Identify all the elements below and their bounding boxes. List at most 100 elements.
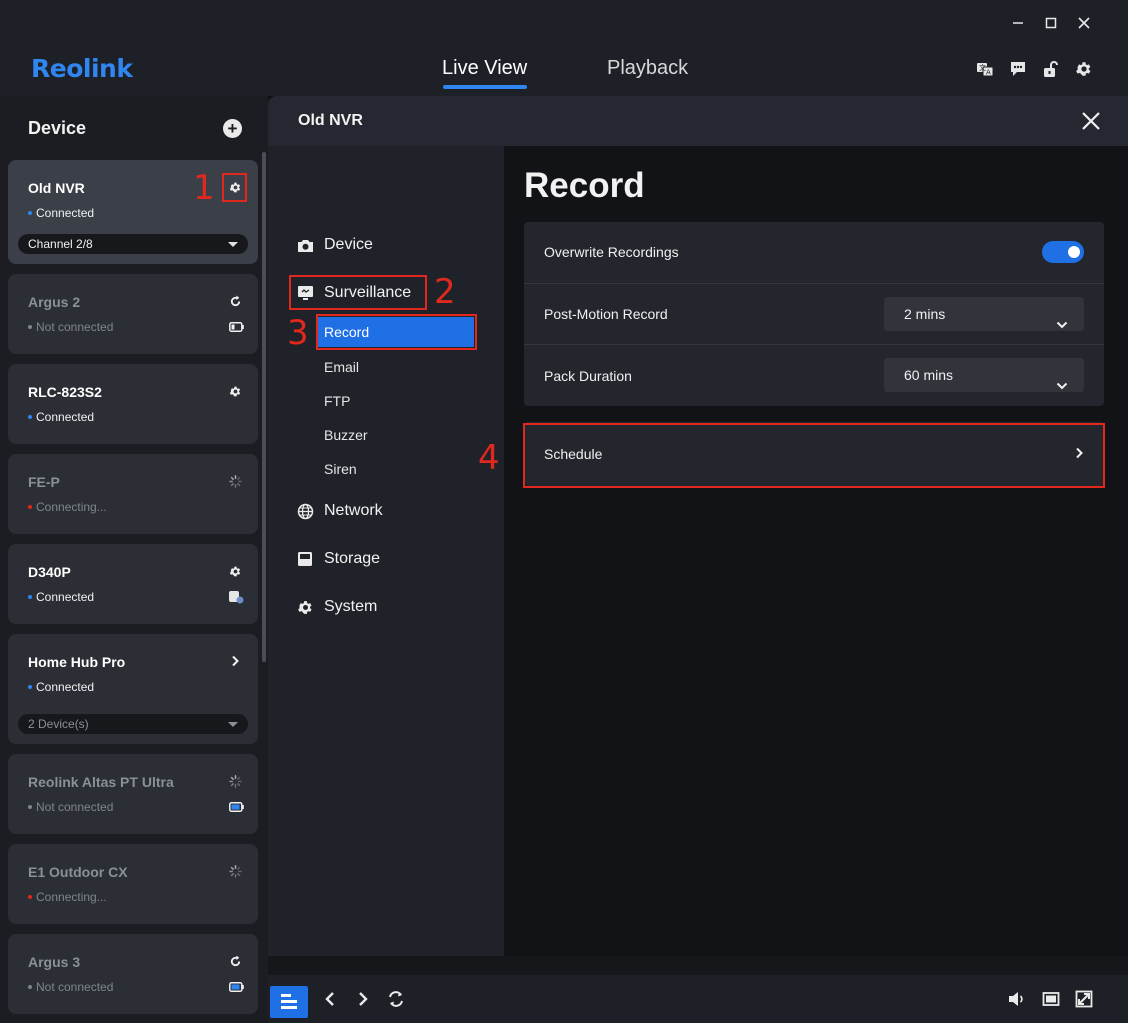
chevron-down-icon — [1056, 369, 1068, 403]
pack-duration-select[interactable]: 60 mins — [884, 358, 1084, 392]
overwrite-recordings-label: Overwrite Recordings — [544, 244, 679, 260]
device-card-reolink-altas-pt-ultra[interactable]: Reolink Altas PT Ultra Not connected — [8, 754, 258, 834]
battery-icon — [228, 980, 244, 994]
device-card-argus-2[interactable]: Argus 2 Not connected — [8, 274, 258, 354]
message-icon[interactable] — [1008, 59, 1028, 79]
device-status: Connected — [28, 206, 94, 220]
device-card-e1-outdoor-cx[interactable]: E1 Outdoor CX Connecting... — [8, 844, 258, 924]
device-card-old-nvr[interactable]: Old NVR Connected Channel 2/8 — [8, 160, 258, 264]
status-text: Connected — [36, 410, 95, 424]
device-name: Old NVR — [28, 180, 85, 196]
battery-icon — [228, 320, 244, 334]
page-title: Record — [524, 166, 645, 205]
device-card-fe-p[interactable]: FE-P Connecting... — [8, 454, 258, 534]
device-card-home-hub-pro[interactable]: Home Hub Pro Connected 2 Device(s) — [8, 634, 258, 744]
nav-item-storage[interactable]: Storage — [296, 547, 380, 571]
sub-item-email[interactable]: Email — [324, 359, 359, 375]
language-icon[interactable]: 文A — [975, 59, 995, 79]
annotation-number-4: 4 — [478, 438, 500, 478]
storage-card-icon — [228, 590, 244, 604]
status-text: Not connected — [36, 320, 114, 334]
device-name: E1 Outdoor CX — [28, 864, 128, 880]
status-dot — [28, 895, 32, 899]
status-dot — [28, 985, 32, 989]
close-dialog-icon[interactable] — [1080, 110, 1102, 132]
device-status: Not connected — [28, 800, 113, 814]
post-motion-record-row: Post-Motion Record 2 mins — [524, 283, 1104, 344]
nav-item-network[interactable]: Network — [296, 499, 383, 523]
device-settings-dialog: Old NVR Device Surveillance Record Email… — [268, 96, 1128, 956]
chevron-right-icon[interactable] — [228, 654, 242, 668]
chevron-down-icon — [1056, 308, 1068, 342]
app-window: Reolink Live View Playback 文A Device + O… — [0, 0, 1128, 1023]
battery-icon — [228, 800, 244, 814]
reolink-logo: Reolink — [31, 54, 133, 83]
device-settings-gear-icon[interactable] — [228, 564, 242, 578]
maximize-button[interactable] — [1040, 12, 1062, 34]
hub-devices-select[interactable]: 2 Device(s) — [18, 714, 248, 734]
status-dot — [28, 325, 32, 329]
next-page-button[interactable] — [349, 985, 377, 1013]
refresh-icon[interactable] — [228, 954, 242, 968]
device-status: Connected — [28, 410, 94, 424]
annotation-box-1 — [222, 173, 247, 202]
svg-text:文: 文 — [979, 63, 986, 72]
record-settings-panel: Record Overwrite Recordings Post-Motion … — [504, 146, 1128, 956]
settings-gear-icon[interactable] — [1074, 59, 1094, 79]
device-settings-gear-icon[interactable] — [228, 384, 242, 398]
device-name: D340P — [28, 564, 71, 580]
sub-item-ftp[interactable]: FTP — [324, 393, 350, 409]
device-status: Connecting... — [28, 500, 107, 514]
dialog-header: Old NVR — [268, 96, 1128, 146]
add-device-button[interactable]: + — [223, 119, 242, 138]
status-text: Connected — [36, 680, 95, 694]
sidebar-scrollbar[interactable] — [262, 152, 266, 662]
status-dot — [28, 211, 32, 215]
close-window-button[interactable] — [1073, 12, 1095, 34]
layout-list-button[interactable] — [270, 986, 308, 1018]
device-card-d340p[interactable]: D340P Connected — [8, 544, 258, 624]
status-dot — [28, 595, 32, 599]
fullscreen-icon[interactable] — [1070, 985, 1098, 1013]
channel-select[interactable]: Channel 2/8 — [18, 234, 248, 254]
refresh-icon[interactable] — [228, 294, 242, 308]
device-sidebar: Device + Old NVR Connected Channel 2/8 A… — [0, 96, 268, 1023]
unlock-icon[interactable] — [1041, 59, 1061, 79]
device-name: FE-P — [28, 474, 60, 490]
annotation-number-3: 3 — [287, 313, 309, 353]
pack-duration-value: 60 mins — [904, 367, 954, 383]
device-card-rlc-823s2[interactable]: RLC-823S2 Connected — [8, 364, 258, 444]
svg-text:A: A — [986, 69, 991, 77]
previous-page-button[interactable] — [316, 985, 344, 1013]
loading-spinner-icon — [228, 864, 242, 878]
device-status: Connecting... — [28, 890, 107, 904]
nav-item-system[interactable]: System — [296, 595, 377, 619]
camera-icon — [296, 236, 314, 254]
post-motion-record-select[interactable]: 2 mins — [884, 297, 1084, 331]
nav-item-label: System — [324, 598, 378, 615]
hub-devices-value: 2 Device(s) — [28, 717, 89, 731]
post-motion-record-label: Post-Motion Record — [544, 306, 668, 322]
device-status: Connected — [28, 590, 94, 604]
loading-spinner-icon — [228, 474, 242, 488]
sync-icon[interactable] — [382, 985, 410, 1013]
tab-playback[interactable]: Playback — [607, 57, 688, 80]
nav-item-device[interactable]: Device — [296, 233, 373, 257]
nav-item-label: Device — [324, 236, 373, 253]
annotation-number-1: 1 — [193, 168, 215, 208]
device-card-argus-3[interactable]: Argus 3 Not connected — [8, 934, 258, 1014]
pack-duration-label: Pack Duration — [544, 368, 632, 384]
device-name: RLC-823S2 — [28, 384, 102, 400]
post-motion-record-value: 2 mins — [904, 306, 946, 322]
sidebar-title: Device — [28, 118, 87, 138]
tab-live-view[interactable]: Live View — [442, 57, 527, 80]
aspect-ratio-icon[interactable] — [1037, 985, 1065, 1013]
sub-item-siren[interactable]: Siren — [324, 461, 357, 477]
device-name: Reolink Altas PT Ultra — [28, 774, 174, 790]
overwrite-recordings-toggle[interactable] — [1042, 241, 1084, 263]
status-text: Not connected — [36, 800, 114, 814]
globe-icon — [296, 502, 314, 520]
minimize-button[interactable] — [1007, 12, 1029, 34]
volume-icon[interactable] — [1003, 985, 1031, 1013]
sub-item-buzzer[interactable]: Buzzer — [324, 427, 368, 443]
